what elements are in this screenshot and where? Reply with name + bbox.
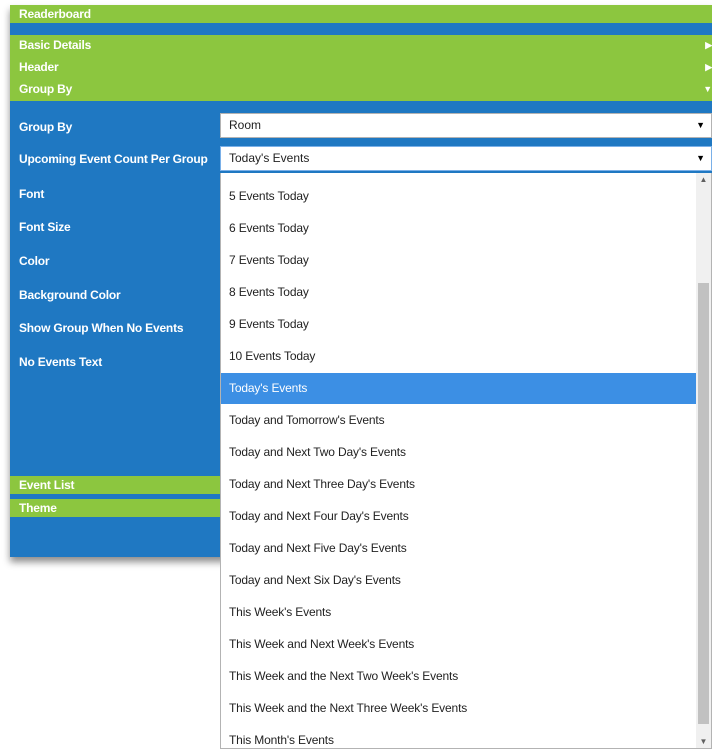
chevron-down-icon: ▼ xyxy=(703,84,712,94)
dropdown-option[interactable]: This Week and the Next Two Week's Events xyxy=(221,661,697,692)
background-color-label: Background Color xyxy=(19,288,121,302)
dropdown-option[interactable]: Today and Next Three Day's Events xyxy=(221,469,697,500)
section-basic-details-label: Basic Details xyxy=(19,38,92,52)
dropdown-option[interactable]: Today and Next Five Day's Events xyxy=(221,533,697,564)
font-label: Font xyxy=(19,187,45,201)
section-event-list-label: Event List xyxy=(19,478,75,492)
upcoming-event-count-dropdown[interactable]: 5 Events Today 6 Events Today 7 Events Tod… xyxy=(220,173,712,749)
section-header[interactable]: Header ▶ xyxy=(10,57,712,79)
dropdown-option[interactable]: 6 Events Today xyxy=(221,213,697,244)
section-group-by[interactable]: Group By ▼ xyxy=(10,79,712,101)
dropdown-option[interactable]: Today and Next Four Day's Events xyxy=(221,501,697,532)
dropdown-option[interactable]: This Week and Next Week's Events xyxy=(221,629,697,660)
upcoming-event-count-value: Today's Events xyxy=(229,151,310,165)
readerboard-title: Readerboard xyxy=(19,7,91,21)
dropdown-scrollbar[interactable]: ▲ ▼ xyxy=(696,173,711,748)
show-group-when-no-events-label: Show Group When No Events xyxy=(19,321,184,335)
dropdown-option[interactable]: Today's Events xyxy=(221,373,697,404)
chevron-right-icon: ▶ xyxy=(705,62,712,72)
group-by-label: Group By xyxy=(19,120,73,134)
dropdown-option[interactable]: 10 Events Today xyxy=(221,341,697,372)
upcoming-event-count-select[interactable]: Today's Events ▼ xyxy=(220,146,712,171)
section-headers: Basic Details ▶ Header ▶ Group By ▼ xyxy=(10,35,712,101)
chevron-down-icon: ▼ xyxy=(696,153,705,163)
section-header-label: Header xyxy=(19,60,59,74)
scroll-down-icon[interactable]: ▼ xyxy=(696,737,711,746)
dropdown-option[interactable]: 9 Events Today xyxy=(221,309,697,340)
dropdown-option[interactable]: This Week and the Next Three Week's Even… xyxy=(221,693,697,724)
section-group-by-label: Group By xyxy=(19,82,73,96)
dropdown-option[interactable]: This Week's Events xyxy=(221,597,697,628)
dropdown-option[interactable]: 8 Events Today xyxy=(221,277,697,308)
chevron-down-icon: ▼ xyxy=(696,120,705,130)
dropdown-option[interactable]: Today and Next Two Day's Events xyxy=(221,437,697,468)
upcoming-event-count-label: Upcoming Event Count Per Group xyxy=(19,152,208,166)
color-label: Color xyxy=(19,254,50,268)
dropdown-option[interactable]: Today and Next Six Day's Events xyxy=(221,565,697,596)
chevron-right-icon: ▶ xyxy=(705,40,712,50)
dropdown-option[interactable]: 5 Events Today xyxy=(221,181,697,212)
section-theme-label: Theme xyxy=(19,501,57,515)
dropdown-option[interactable]: Today and Tomorrow's Events xyxy=(221,405,697,436)
section-basic-details[interactable]: Basic Details ▶ xyxy=(10,35,712,57)
font-size-label: Font Size xyxy=(19,220,71,234)
group-by-value: Room xyxy=(229,118,262,132)
dropdown-option[interactable]: This Month's Events xyxy=(221,725,697,748)
scrollbar-thumb[interactable] xyxy=(698,283,709,724)
group-by-select[interactable]: Room ▼ xyxy=(220,113,712,138)
readerboard-title-bar: Readerboard xyxy=(10,5,712,23)
dropdown-option[interactable]: 7 Events Today xyxy=(221,245,697,276)
scroll-up-icon[interactable]: ▲ xyxy=(696,175,711,184)
no-events-text-label: No Events Text xyxy=(19,355,102,369)
